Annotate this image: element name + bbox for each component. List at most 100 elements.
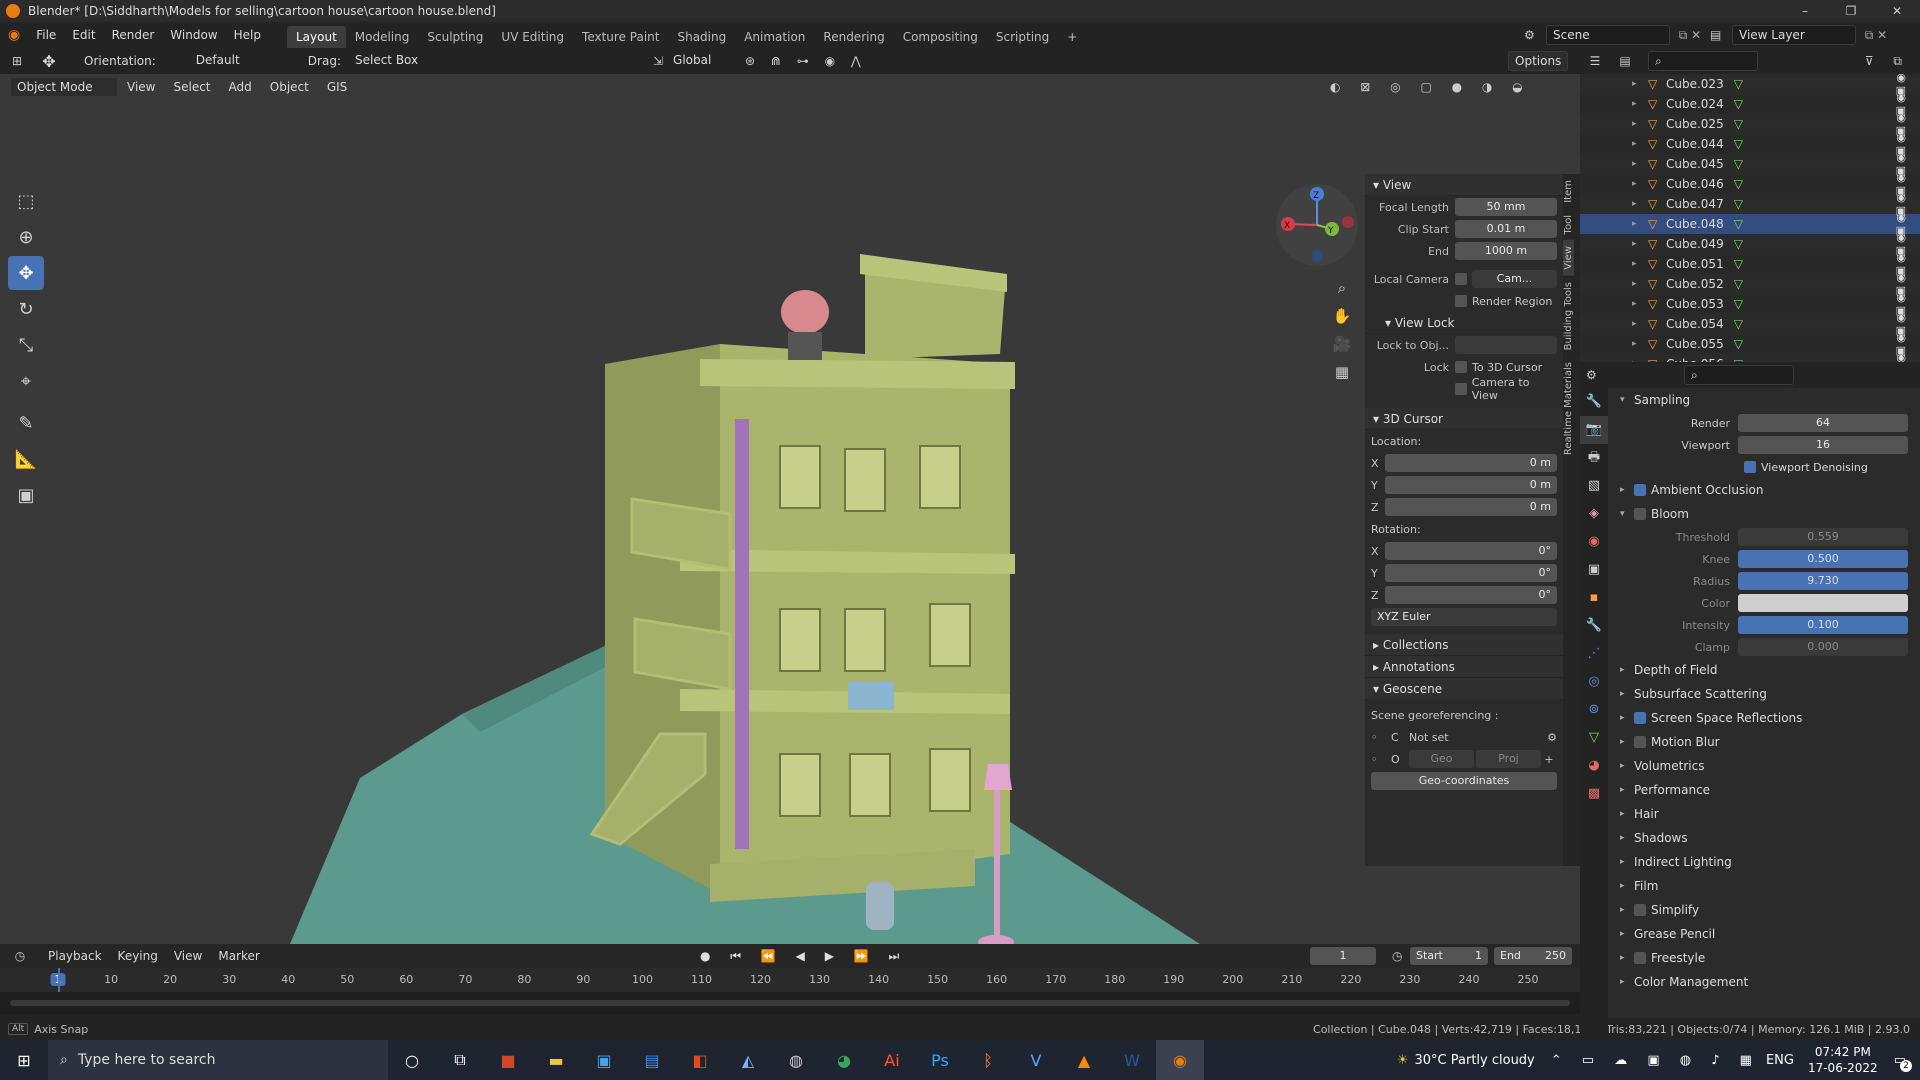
clock[interactable]: 07:42 PM 17-06-2022 (1808, 1044, 1878, 1076)
outliner-row[interactable]: ▸ ▽ Cube.044 ▽ ◉ ▣ (1580, 131, 1920, 157)
outliner-row[interactable]: ▸ ▽ Cube.049 ▽ ◉ ▣ (1580, 231, 1920, 257)
notification-icon[interactable]: ▭ 2 (1894, 1053, 1912, 1072)
ortho-grid-icon[interactable]: ▦ (1330, 358, 1354, 386)
keying-menu[interactable]: Keying (110, 949, 166, 963)
to-3d-cursor-checkbox[interactable] (1455, 361, 1467, 373)
menu-edit[interactable]: Edit (64, 28, 103, 42)
collections-section[interactable]: ▸ Collections (1365, 634, 1563, 656)
viewport-samples-field[interactable]: 16 (1738, 436, 1908, 454)
pan-hand-icon[interactable]: ✋ (1330, 302, 1354, 330)
expand-arrow-icon[interactable]: ▸ (1632, 199, 1642, 209)
object-name[interactable]: Cube.053 (1666, 297, 1724, 311)
cursor-loc-z-field[interactable]: 0 m (1385, 498, 1557, 516)
collection-tab-icon[interactable]: ▣ (1580, 556, 1608, 584)
geo-button[interactable]: Geo (1409, 750, 1474, 768)
modifier-tab-icon[interactable]: 🔧 (1580, 612, 1608, 640)
vlc-icon[interactable]: ▲ (1060, 1040, 1108, 1080)
sampling-panel[interactable]: ▾ Sampling (1614, 388, 1920, 412)
expand-arrow-icon[interactable]: ▸ (1632, 79, 1642, 89)
menu-select[interactable]: Select (164, 80, 219, 94)
3d-viewport[interactable]: ⬚ ⊕ ✥ ↻ ⤡ ⌖ ✎ 📐 ▣ Z Y X ⌕ ✋ 🎥 ▦ ▾ View F… (0, 74, 1580, 944)
playback-menu[interactable]: Playback (40, 949, 110, 963)
menu-view[interactable]: View (118, 80, 164, 94)
measure-tool-icon[interactable]: 📐 (8, 442, 44, 476)
taskbar-search-box[interactable]: ⌕ Type here to search (48, 1040, 388, 1080)
outliner-row[interactable]: ▸ ▽ Cube.051 ▽ ◉ ▣ (1580, 251, 1920, 277)
marker-menu[interactable]: Marker (210, 949, 267, 963)
expand-arrow-icon[interactable]: ▸ (1632, 119, 1642, 129)
bloom-field-value[interactable] (1738, 594, 1908, 612)
render-panel-header[interactable]: ▸ Performance (1614, 778, 1920, 802)
3d-cursor-section-header[interactable]: ▾ 3D Cursor (1365, 408, 1563, 430)
properties-editor-icon[interactable]: ⚙ (1586, 368, 1614, 382)
app-icon-blue[interactable]: ◭ (724, 1040, 772, 1080)
add-workspace-button[interactable]: + (1058, 26, 1086, 48)
app-icon-v[interactable]: V (1012, 1040, 1060, 1080)
panel-checkbox[interactable] (1634, 952, 1646, 964)
proj-button[interactable]: Proj (1476, 750, 1541, 768)
particles-tab-icon[interactable]: ⋰ (1580, 640, 1608, 668)
task-view-icon[interactable]: ⧉ (436, 1040, 484, 1080)
object-name[interactable]: Cube.052 (1666, 277, 1724, 291)
photoshop-icon[interactable]: Ps (916, 1040, 964, 1080)
scene-tab-icon[interactable]: ◈ (1580, 500, 1608, 528)
tab-rendering[interactable]: Rendering (814, 26, 893, 48)
annotate-tool-icon[interactable]: ✎ (8, 406, 44, 440)
timeline-editor-icon[interactable]: ◷ (0, 949, 40, 963)
expand-arrow-icon[interactable]: ▸ (1632, 299, 1642, 309)
c-radio-icon[interactable]: ◦ (1371, 731, 1391, 744)
outliner-row[interactable]: ▸ ▽ Cube.053 ▽ ◉ ▣ (1580, 291, 1920, 317)
data-tab-icon[interactable]: ▽ (1580, 724, 1608, 752)
object-name[interactable]: Cube.024 (1666, 97, 1724, 111)
menu-file[interactable]: File (28, 28, 64, 42)
render-panel-header[interactable]: ▸ Simplify (1614, 898, 1920, 922)
object-name[interactable]: Cube.023 (1666, 77, 1724, 91)
properties-search-input[interactable]: ⌕ (1684, 365, 1794, 385)
timeline-scrollbar[interactable] (10, 1000, 1570, 1006)
menu-help[interactable]: Help (226, 28, 269, 42)
render-panel-header[interactable]: ▸ Indirect Lighting (1614, 850, 1920, 874)
editor-type-icon[interactable]: ⊞ (0, 54, 34, 68)
add-georef-icon[interactable]: + (1541, 753, 1557, 766)
object-name[interactable]: Cube.025 (1666, 117, 1724, 131)
app-icon-grey[interactable]: ◍ (772, 1040, 820, 1080)
scene-selector[interactable]: Scene (1546, 25, 1670, 45)
tab-shading[interactable]: Shading (668, 26, 735, 48)
object-name[interactable]: Cube.046 (1666, 177, 1724, 191)
rotation-mode-dropdown[interactable]: XYZ Euler (1371, 608, 1557, 626)
cortana-icon[interactable]: ○ (388, 1040, 436, 1080)
render-region-checkbox[interactable] (1455, 295, 1467, 307)
view-layer-tab-icon[interactable]: ▧ (1580, 472, 1608, 500)
view-section-header[interactable]: ▾ View (1365, 174, 1563, 196)
outliner-row[interactable]: ▸ ▽ Cube.055 ▽ ◉ ▣ (1580, 331, 1920, 357)
blender-menu-icon[interactable]: ◉ (0, 27, 28, 43)
render-panel-header[interactable]: ▸ Hair (1614, 802, 1920, 826)
tab-compositing[interactable]: Compositing (894, 26, 987, 48)
outliner-row[interactable]: ▸ ▽ Cube.048 ▽ ◉ ▣ (1580, 211, 1920, 237)
minimize-button[interactable]: – (1782, 0, 1828, 22)
bloom-field-value[interactable]: 0.500 (1738, 550, 1908, 568)
menu-window[interactable]: Window (162, 28, 225, 42)
ambient-occlusion-checkbox[interactable] (1634, 484, 1646, 496)
file-explorer-icon[interactable]: ▬ (532, 1040, 580, 1080)
view-lock-header[interactable]: ▾ View Lock (1365, 312, 1563, 334)
tab-layout[interactable]: Layout (286, 26, 346, 48)
render-panel-header[interactable]: ▸ Color Management (1614, 970, 1920, 994)
outliner-row[interactable]: ▸ ▽ Cube.047 ▽ ◉ ▣ (1580, 191, 1920, 217)
render-panel-header[interactable]: ▸ Film (1614, 874, 1920, 898)
render-panel-header[interactable]: ▸ Freestyle (1614, 946, 1920, 970)
render-tab-icon[interactable]: 📷 (1580, 416, 1608, 444)
object-name[interactable]: Cube.055 (1666, 337, 1724, 351)
calculator-app-icon[interactable]: ▣ (580, 1040, 628, 1080)
word-icon[interactable]: W (1108, 1040, 1156, 1080)
geo-settings-icon[interactable]: ⚙ (1547, 731, 1557, 744)
render-panel-header[interactable]: ▸ Grease Pencil (1614, 922, 1920, 946)
output-tab-icon[interactable]: 🖶 (1580, 444, 1608, 472)
object-name[interactable]: Cube.044 (1666, 137, 1724, 151)
object-name[interactable]: Cube.047 (1666, 197, 1724, 211)
new-view-layer-icon[interactable]: ⧉ ✕ (1856, 28, 1896, 43)
weather-text[interactable]: 30°C Partly cloudy (1415, 1053, 1535, 1068)
o-radio-icon[interactable]: ◦ (1371, 753, 1391, 766)
expand-arrow-icon[interactable]: ▸ (1632, 339, 1642, 349)
outliner-row[interactable]: ▸ ▽ Cube.023 ▽ ◉ ▣ (1580, 71, 1920, 97)
